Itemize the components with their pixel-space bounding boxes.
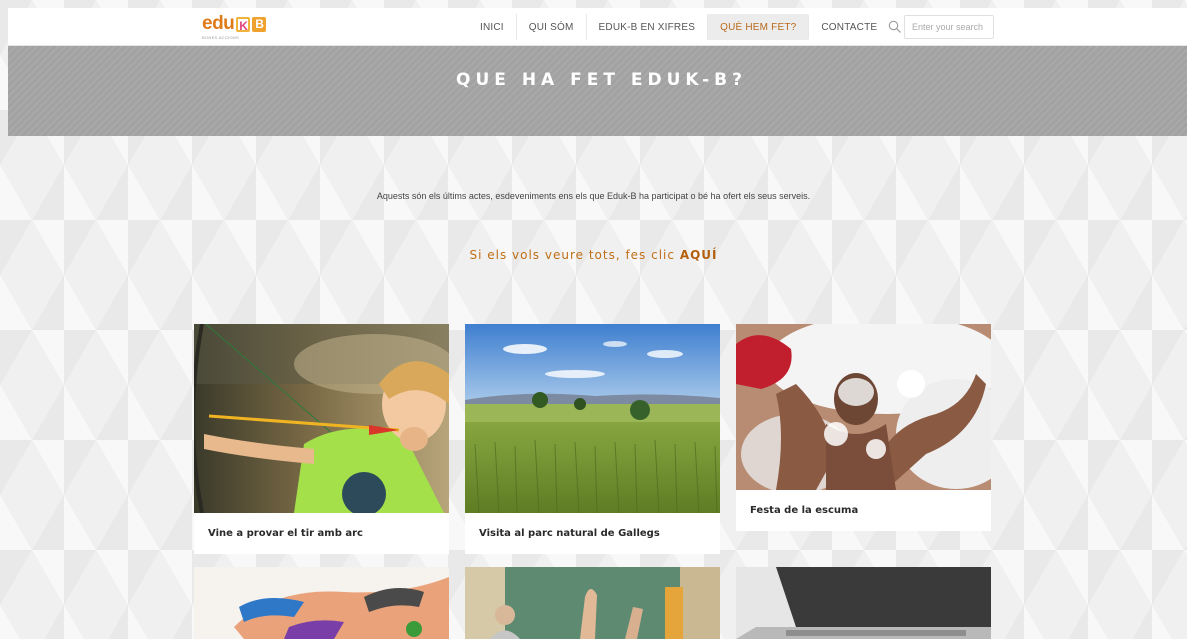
nav-item-qui-som[interactable]: QUI SÓM <box>517 14 587 40</box>
nav-item-en-xifres[interactable]: EDUK-B EN XIFRES <box>587 14 709 40</box>
event-card-gallegs[interactable]: Visita al parc natural de Gallegs <box>465 324 720 554</box>
site-logo[interactable]: edu K B BONES ACCIONS <box>202 13 267 42</box>
laptop-photo[interactable] <box>736 567 991 639</box>
logo-k-block: K <box>236 16 251 33</box>
page-title: QUE HA FET EDUK-B? <box>456 70 747 90</box>
event-card-4[interactable] <box>194 567 449 639</box>
search-icon[interactable] <box>888 20 902 34</box>
classroom-photo[interactable] <box>465 567 720 639</box>
painted-hands-photo[interactable] <box>194 567 449 639</box>
search-input[interactable] <box>904 15 994 39</box>
logo-text: edu <box>202 13 235 34</box>
cta-prefix: Si els vols veure tots, fes clic <box>469 248 680 262</box>
card-title[interactable]: Festa de la escuma <box>736 490 991 531</box>
intro-text: Aquests són els últims actes, esdevenime… <box>376 191 811 201</box>
main-nav: INICI QUI SÓM EDUK-B EN XIFRES QUÈ HEM F… <box>468 13 889 41</box>
logo-tagline: BONES ACCIONS <box>202 35 240 40</box>
see-all-link[interactable]: AQUÍ <box>680 248 718 262</box>
nav-item-inici[interactable]: INICI <box>468 14 517 40</box>
see-all-cta: Si els vols veure tots, fes clic AQUÍ <box>0 248 1187 262</box>
nav-item-que-hem-fet[interactable]: QUÈ HEM FET? <box>708 14 810 40</box>
event-card-5[interactable] <box>465 567 720 639</box>
nav-item-contacte[interactable]: CONTACTE <box>809 14 889 40</box>
logo-b-block: B <box>252 16 267 32</box>
site-header: edu K B BONES ACCIONS INICI QUI SÓM EDUK… <box>8 8 1187 46</box>
event-card-foam-party[interactable]: Festa de la escuma <box>736 324 991 531</box>
card-title[interactable]: Vine a provar el tir amb arc <box>194 513 449 554</box>
event-card-6[interactable] <box>736 567 991 639</box>
archery-photo[interactable] <box>194 324 449 513</box>
wheat-field-photo[interactable] <box>465 324 720 513</box>
card-title[interactable]: Visita al parc natural de Gallegs <box>465 513 720 554</box>
event-card-archery[interactable]: Vine a provar el tir amb arc <box>194 324 449 554</box>
foam-party-photo[interactable] <box>736 324 991 490</box>
page-banner: QUE HA FET EDUK-B? <box>8 46 1187 136</box>
